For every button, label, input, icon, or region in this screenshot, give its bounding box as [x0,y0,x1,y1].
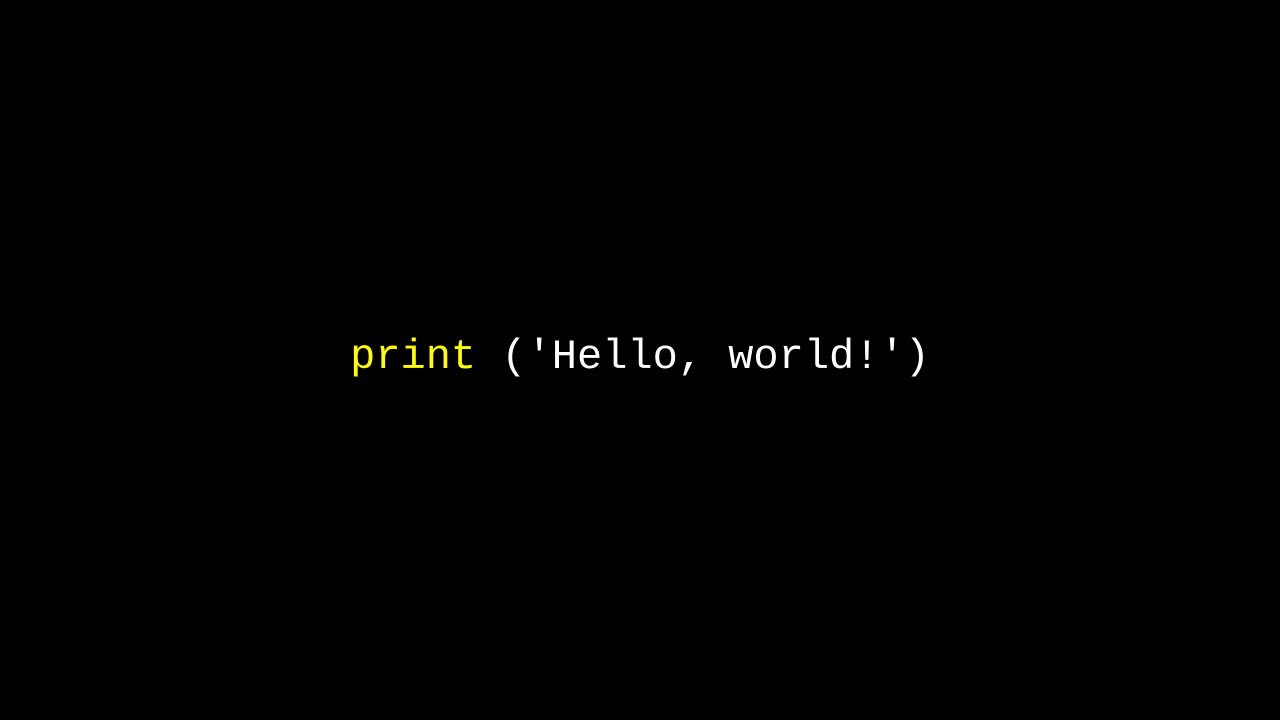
open-paren-token: ( [501,333,526,381]
quote-close-token: ' [879,333,904,381]
string-content-token: Hello, world! [552,333,880,381]
space-token [476,333,501,381]
close-paren-token: ) [905,333,930,381]
keyword-token: print [350,333,476,381]
quote-open-token: ' [527,333,552,381]
code-line: print ('Hello, world!') [350,333,930,381]
